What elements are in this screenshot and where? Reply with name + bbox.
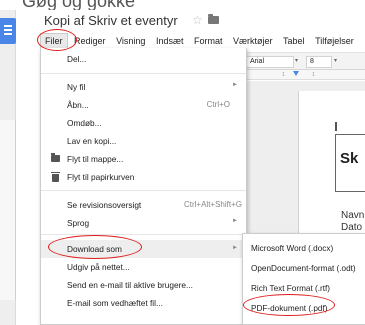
menu-divider — [41, 73, 246, 74]
ruler-mark: 1 — [282, 72, 285, 78]
menu-visning[interactable]: Visning — [112, 34, 149, 48]
menu-item-download-as[interactable]: Download som ► — [41, 240, 246, 258]
menu-tilfoejelser[interactable]: Tilføjelser — [311, 34, 358, 48]
menu-bar: Filer Rediger Visning Indsæt Format Værk… — [40, 33, 365, 49]
download-submenu: Microsoft Word (.docx) OpenDocument-form… — [242, 233, 365, 325]
menu-vaerktoejer[interactable]: Værktøjer — [229, 34, 277, 48]
menu-item-share[interactable]: Del... — [41, 52, 246, 66]
shortcut-label: Ctrl+O — [206, 100, 230, 109]
menu-item-rename[interactable]: Omdøb... — [41, 116, 246, 130]
menu-divider — [41, 190, 246, 191]
chevron-right-icon: ► — [232, 245, 238, 251]
menu-item-open[interactable]: Åbn... Ctrl+O — [41, 98, 246, 112]
menu-item-email-attachment[interactable]: E-mail som vedhæftet fil... — [41, 296, 246, 310]
menu-item-move-to-trash[interactable]: Flyt til papirkurven — [41, 170, 246, 184]
download-pdf[interactable]: PDF-dokument (.pdf) — [243, 300, 365, 318]
menu-item-revision-history[interactable]: Se revisionsoversigt Ctrl+Alt+Shift+G — [41, 198, 246, 212]
folder-icon — [51, 153, 60, 162]
menu-format[interactable]: Format — [190, 34, 227, 48]
document-text-line: Navn — [341, 210, 365, 221]
file-menu-dropdown: Del... Ny fil ► Åbn... Ctrl+O Omdøb... L… — [40, 48, 247, 325]
document-heading: Sk — [340, 150, 359, 167]
indent-marker-icon[interactable] — [293, 71, 299, 76]
menu-divider — [41, 234, 246, 235]
shortcut-label: Ctrl+Alt+Shift+G — [183, 200, 242, 209]
download-docx[interactable]: Microsoft Word (.docx) — [243, 240, 365, 258]
text-cursor — [335, 122, 337, 131]
menu-item-new-file[interactable]: Ny fil ► — [41, 80, 246, 94]
top-cutoff-text: Gøg og gokke — [22, 0, 136, 10]
chevron-down-icon[interactable]: ▾ — [295, 57, 298, 64]
docs-logo-icon[interactable] — [0, 18, 16, 44]
document-title[interactable]: Kopi af Skriv et eventyr — [44, 13, 178, 28]
menu-item-move-to-folder[interactable]: Flyt til mappe... — [41, 152, 246, 166]
download-odt[interactable]: OpenDocument-format (.odt) — [243, 260, 365, 278]
toolbar: Arial ▾ 8 ▾ — [240, 52, 365, 70]
star-icon[interactable]: ☆ — [192, 13, 203, 27]
menu-item-email-collaborators[interactable]: Send en e-mail til aktive brugere... — [41, 278, 246, 292]
font-size-select[interactable]: 8 — [306, 56, 332, 68]
chevron-down-icon[interactable]: ▾ — [334, 57, 337, 64]
ruler[interactable]: 1 1 — [240, 70, 365, 80]
menu-item-language[interactable]: Sprog ► — [41, 216, 246, 230]
ruler-mark: 1 — [312, 72, 315, 78]
menu-filer[interactable]: Filer — [40, 33, 68, 49]
chevron-right-icon: ► — [232, 218, 238, 224]
menu-item-publish[interactable]: Udgiv på nettet... — [41, 260, 246, 274]
left-side-panel — [0, 120, 16, 300]
menu-rediger[interactable]: Rediger — [70, 34, 110, 48]
trash-icon — [51, 172, 60, 182]
document-text-line: Dato — [341, 222, 363, 233]
chevron-right-icon: ► — [232, 82, 238, 88]
font-family-select[interactable]: Arial — [246, 56, 294, 68]
download-rtf[interactable]: Rich Text Format (.rtf) — [243, 280, 365, 298]
menu-tabel[interactable]: Tabel — [279, 34, 309, 48]
folder-icon[interactable] — [208, 14, 219, 24]
menu-item-make-copy[interactable]: Lav en kopi... — [41, 134, 246, 148]
menu-indsaet[interactable]: Indsæt — [152, 34, 188, 48]
